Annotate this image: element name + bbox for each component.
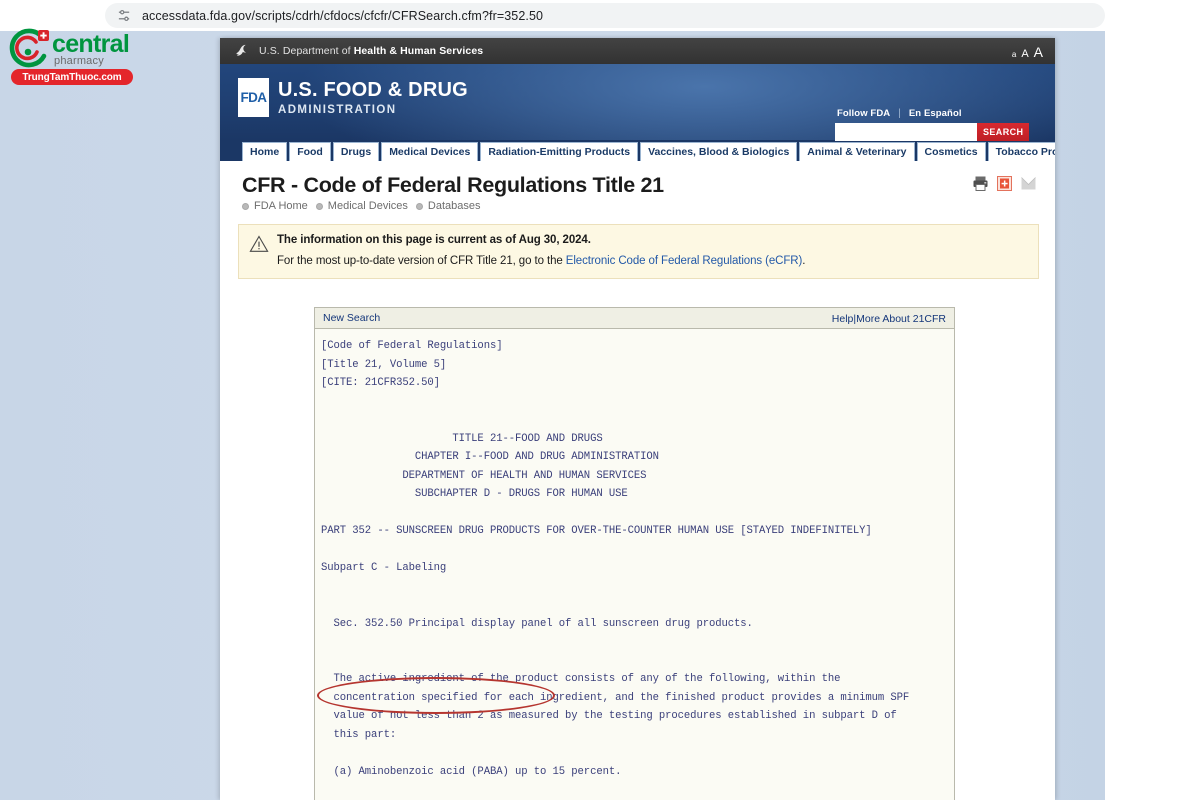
banner-links: Follow FDA | En Español xyxy=(835,108,1028,119)
page-backdrop-right xyxy=(1105,31,1200,800)
page-action-icons xyxy=(972,175,1037,192)
main-navigation: Home Food Drugs Medical Devices Radiatio… xyxy=(220,140,1055,161)
banner-utility: Follow FDA | En Español SEARCH xyxy=(835,108,1030,141)
font-size-medium[interactable]: A xyxy=(1021,48,1028,60)
help-link[interactable]: Help xyxy=(832,313,854,325)
alert-primary-text: The information on this page is current … xyxy=(277,234,591,246)
breadcrumb-item-fda-home[interactable]: FDA Home xyxy=(254,200,308,212)
cfr-regulation-text: [Code of Federal Regulations] [Title 21,… xyxy=(321,340,910,778)
hhs-seal-icon xyxy=(234,43,251,60)
search-button[interactable]: SEARCH xyxy=(977,123,1030,141)
nav-tab-tobacco-products[interactable]: Tobacco Products xyxy=(987,142,1055,161)
cfr-regulation-body: [Code of Federal Regulations] [Title 21,… xyxy=(315,329,954,800)
font-size-controls: a A A xyxy=(1012,38,1043,64)
en-espanol-link[interactable]: En Español xyxy=(909,108,962,119)
ecfr-link[interactable]: Electronic Code of Federal Regulations (… xyxy=(566,255,803,267)
alert-secondary-after: . xyxy=(802,255,806,267)
hhs-label: U.S. Department of Health & Human Servic… xyxy=(259,45,483,57)
alert-secondary-text: For the most up-to-date version of CFR T… xyxy=(277,255,805,267)
fda-title-line2: ADMINISTRATION xyxy=(278,104,397,116)
sliders-icon[interactable] xyxy=(117,8,132,23)
page-currency-alert: The information on this page is current … xyxy=(238,224,1039,279)
fda-mark-icon: FDA xyxy=(238,78,269,117)
breadcrumb-item-databases[interactable]: Databases xyxy=(428,200,481,212)
breadcrumb-bullet-icon xyxy=(315,202,323,210)
alert-secondary-before: For the most up-to-date version of CFR T… xyxy=(277,255,566,267)
nav-tab-radiation-emitting-products[interactable]: Radiation-Emitting Products xyxy=(480,142,639,161)
nav-tab-drugs[interactable]: Drugs xyxy=(332,142,380,161)
nav-tab-food[interactable]: Food xyxy=(289,142,331,161)
email-icon[interactable] xyxy=(1020,175,1037,192)
share-icon[interactable] xyxy=(996,175,1013,192)
breadcrumb-bullet-icon xyxy=(415,202,423,210)
breadcrumb-item-medical-devices[interactable]: Medical Devices xyxy=(328,200,408,212)
new-search-link[interactable]: New Search xyxy=(323,312,380,324)
hhs-bar: U.S. Department of Health & Human Servic… xyxy=(220,38,1055,64)
breadcrumb: FDA Home Medical Devices Databases xyxy=(242,200,1033,212)
hhs-agency: Health & Human Services xyxy=(353,45,484,57)
watermark-subtitle: pharmacy xyxy=(54,55,104,67)
page-title: CFR - Code of Federal Regulations Title … xyxy=(242,173,664,197)
search-input[interactable] xyxy=(835,123,977,141)
alert-text: The information on this page is current … xyxy=(277,234,805,267)
fda-mark-text: FDA xyxy=(240,90,268,105)
fda-logo[interactable]: FDA U.S. FOOD & DRUG ADMINISTRATION xyxy=(238,78,468,117)
central-pharmacy-watermark: central pharmacy TrungTamThuoc.com xyxy=(4,24,140,85)
cfr-result-panel: New Search Help|More About 21CFR [Code o… xyxy=(314,307,955,800)
hhs-prefix: U.S. Department of xyxy=(259,45,354,57)
nav-tab-cosmetics[interactable]: Cosmetics xyxy=(916,142,986,161)
breadcrumb-bullet-icon xyxy=(242,202,249,210)
fda-website: U.S. Department of Health & Human Servic… xyxy=(220,38,1055,800)
nav-tab-home[interactable]: Home xyxy=(242,142,288,161)
fda-title-line1: U.S. FOOD & DRUG xyxy=(278,79,468,101)
site-search: SEARCH xyxy=(835,123,1030,141)
browser-chrome: accessdata.fda.gov/scripts/cdrh/cfdocs/c… xyxy=(0,0,1200,31)
more-about-21cfr-link[interactable]: More About 21CFR xyxy=(856,313,946,325)
nav-tab-vaccines-blood-biologics[interactable]: Vaccines, Blood & Biologics xyxy=(640,142,798,161)
nav-tab-animal-veterinary[interactable]: Animal & Veterinary xyxy=(799,142,915,161)
cfr-panel-header: New Search Help|More About 21CFR xyxy=(315,308,954,329)
follow-fda-link[interactable]: Follow FDA xyxy=(837,108,890,119)
address-bar[interactable]: accessdata.fda.gov/scripts/cdrh/cfdocs/c… xyxy=(105,3,1105,28)
warning-triangle-icon xyxy=(249,235,269,253)
url-text: accessdata.fda.gov/scripts/cdrh/cfdocs/c… xyxy=(142,8,544,23)
nav-tab-medical-devices[interactable]: Medical Devices xyxy=(381,142,479,161)
cfr-panel-help-links: Help|More About 21CFR xyxy=(832,309,946,327)
print-icon[interactable] xyxy=(972,175,989,192)
font-size-small[interactable]: a xyxy=(1012,50,1016,59)
fda-banner: FDA U.S. FOOD & DRUG ADMINISTRATION Foll… xyxy=(220,64,1055,141)
font-size-large[interactable]: A xyxy=(1034,44,1043,60)
page-header: CFR - Code of Federal Regulations Title … xyxy=(220,161,1055,212)
link-separator: | xyxy=(898,108,901,119)
watermark-badge: TrungTamThuoc.com xyxy=(11,69,133,85)
